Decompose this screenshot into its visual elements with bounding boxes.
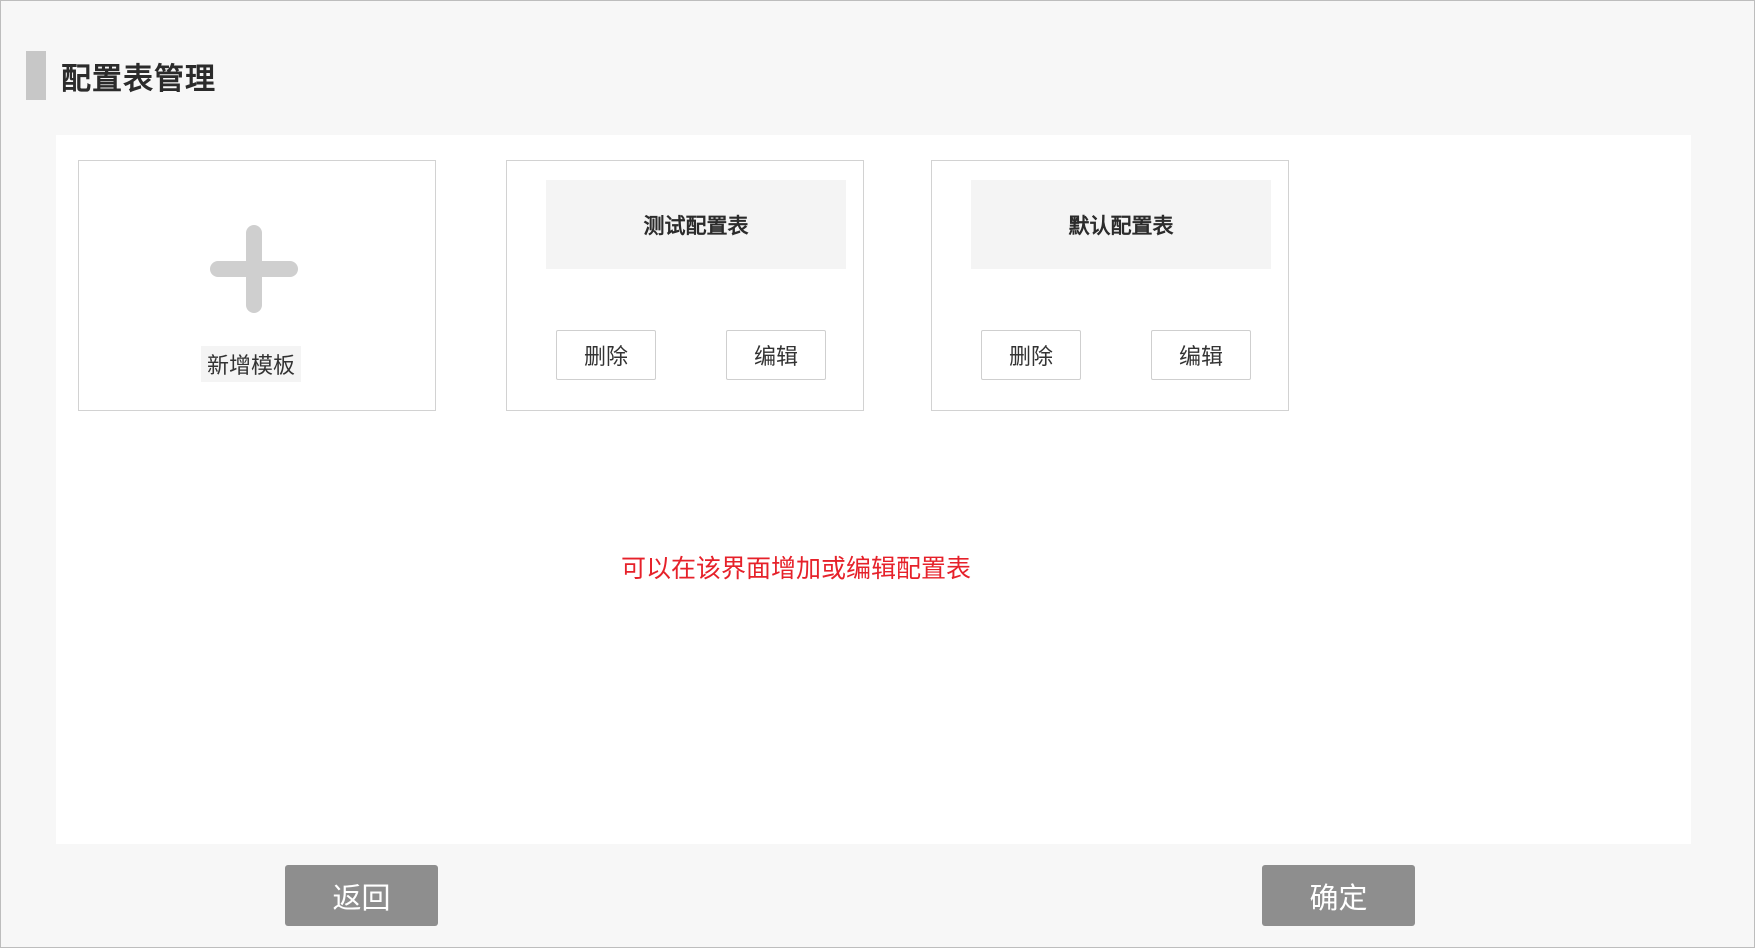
config-card-title: 默认配置表 [971,180,1271,269]
config-card: 默认配置表 删除 编辑 [931,160,1289,411]
delete-button[interactable]: 删除 [556,330,656,380]
add-template-card[interactable]: 新增模板 [78,160,436,411]
title-bar: 配置表管理 [26,51,216,100]
config-card-title: 测试配置表 [546,180,846,269]
delete-button[interactable]: 删除 [981,330,1081,380]
content-panel: 新增模板 测试配置表 删除 编辑 默认配置表 删除 编辑 可以在该界面增加或编辑… [56,135,1691,844]
hint-text: 可以在该界面增加或编辑配置表 [621,554,972,583]
page-title: 配置表管理 [61,61,216,97]
edit-button[interactable]: 编辑 [1151,330,1251,380]
back-button[interactable]: 返回 [285,865,438,926]
edit-button[interactable]: 编辑 [726,330,826,380]
confirm-button[interactable]: 确定 [1262,865,1415,926]
title-marker [26,51,46,100]
config-manager-window: 配置表管理 新增模板 测试配置表 删除 编辑 默认配置表 删除 编辑 可以在该界… [0,0,1755,948]
config-card: 测试配置表 删除 编辑 [506,160,864,411]
add-template-label: 新增模板 [201,346,302,382]
plus-icon [210,225,298,313]
